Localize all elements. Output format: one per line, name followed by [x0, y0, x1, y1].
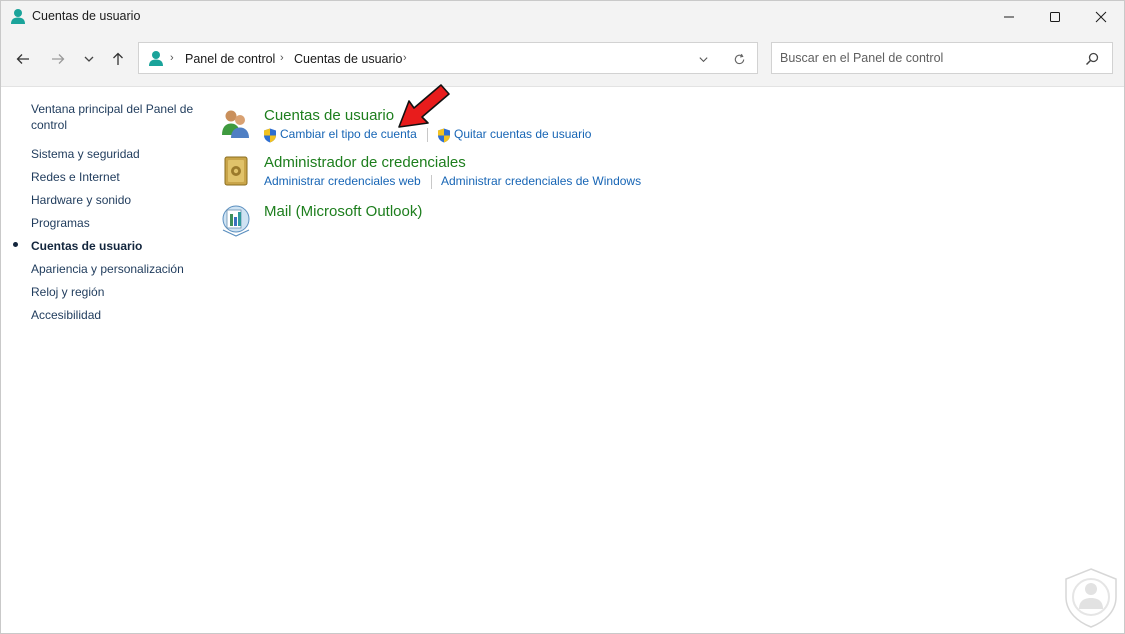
- title-bar[interactable]: Cuentas de usuario: [1, 1, 1124, 32]
- credential-manager-icon[interactable]: [219, 154, 253, 188]
- sidebar-item-panel-home[interactable]: Ventana principal del Panel de control: [31, 101, 193, 133]
- sidebar-item-hardware-sonido[interactable]: Hardware y sonido: [31, 192, 131, 208]
- sidebar-item-label: Ventana principal del Panel de: [31, 102, 194, 116]
- sidebar-item-apariencia[interactable]: Apariencia y personalización: [31, 261, 184, 277]
- refresh-button[interactable]: [729, 50, 749, 68]
- address-history-dropdown[interactable]: [693, 51, 713, 67]
- minimize-icon: [1004, 16, 1014, 17]
- breadcrumb-separator[interactable]: ›: [403, 52, 407, 64]
- user-accounts-icon: [149, 51, 163, 66]
- recent-locations-button[interactable]: [78, 49, 100, 69]
- up-arrow-icon: [113, 52, 123, 65]
- forward-button[interactable]: [47, 49, 69, 69]
- refresh-icon: [734, 53, 744, 64]
- forward-arrow-icon: [52, 54, 65, 64]
- address-bar[interactable]: › Panel de control › Cuentas de usuario …: [138, 42, 758, 74]
- sidebar-item-cuentas-usuario[interactable]: Cuentas de usuario: [31, 238, 142, 254]
- chevron-down-icon: [698, 56, 708, 62]
- window-title: Cuentas de usuario: [32, 9, 141, 23]
- mail-icon[interactable]: [219, 203, 253, 237]
- minimize-button[interactable]: [986, 1, 1032, 32]
- search-input[interactable]: [780, 49, 1070, 67]
- control-panel-window: Cuentas de usuario › Panel de control › …: [0, 0, 1125, 634]
- link-credenciales-web[interactable]: Administrar credenciales web: [264, 174, 421, 188]
- sidebar-item-sistema-seguridad[interactable]: Sistema y seguridad: [31, 146, 140, 162]
- link-separator: [431, 175, 432, 189]
- link-credenciales-windows[interactable]: Administrar credenciales de Windows: [441, 174, 641, 188]
- user-accounts-icon: [11, 9, 25, 24]
- category-title-administrador-credenciales[interactable]: Administrador de credenciales: [264, 154, 466, 171]
- breadcrumb-cuentas-de-usuario[interactable]: Cuentas de usuario: [294, 52, 402, 66]
- category-title-mail[interactable]: Mail (Microsoft Outlook): [264, 203, 422, 220]
- breadcrumb-panel-de-control[interactable]: Panel de control: [185, 52, 275, 66]
- category-title-cuentas-de-usuario[interactable]: Cuentas de usuario: [264, 107, 394, 124]
- close-button[interactable]: [1078, 1, 1124, 32]
- breadcrumb-separator[interactable]: ›: [280, 52, 284, 64]
- link-quitar-cuentas[interactable]: Quitar cuentas de usuario: [454, 127, 591, 141]
- navigation-bar: › Panel de control › Cuentas de usuario …: [1, 32, 1124, 87]
- maximize-icon: [1050, 11, 1060, 22]
- search-icon[interactable]: [1084, 51, 1100, 67]
- chevron-down-icon: [84, 56, 94, 62]
- sidebar-item-programas[interactable]: Programas: [31, 215, 90, 231]
- user-accounts-icon[interactable]: [219, 107, 253, 141]
- sidebar-item-redes-internet[interactable]: Redes e Internet: [31, 169, 120, 185]
- maximize-button[interactable]: [1032, 1, 1078, 32]
- sidebar-item-accesibilidad[interactable]: Accesibilidad: [31, 307, 101, 323]
- annotation-arrow-icon: [398, 84, 450, 128]
- back-button[interactable]: [12, 49, 34, 69]
- active-item-bullet: [13, 242, 18, 247]
- uac-shield-icon: [264, 128, 276, 143]
- close-icon: [1095, 11, 1107, 22]
- sidebar-item-reloj-region[interactable]: Reloj y región: [31, 284, 104, 300]
- breadcrumb-separator[interactable]: ›: [170, 52, 174, 64]
- back-arrow-icon: [16, 54, 29, 64]
- up-button[interactable]: [107, 49, 129, 69]
- watermark-logo-icon: [1065, 568, 1117, 628]
- search-box[interactable]: [771, 42, 1113, 74]
- sidebar-item-label: control: [31, 118, 68, 132]
